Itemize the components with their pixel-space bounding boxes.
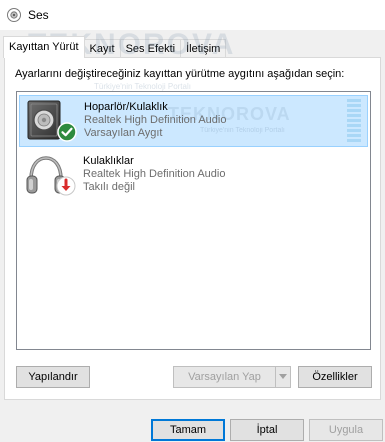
volume-level-meter (347, 99, 361, 142)
unplugged-arrow-icon (56, 176, 76, 196)
device-driver: Realtek High Definition Audio (83, 168, 226, 180)
title-bar: Ses (0, 0, 385, 30)
device-driver: Realtek High Definition Audio (84, 114, 227, 126)
device-status: Varsayılan Aygıt (84, 127, 163, 139)
set-default-button[interactable]: Varsayılan Yap (173, 366, 276, 388)
tab-playback[interactable]: Kayıttan Yürüt (3, 36, 85, 58)
tab-communications[interactable]: İletişim (180, 39, 227, 58)
cancel-button[interactable]: İptal (230, 419, 304, 441)
configure-button[interactable]: Yapılandır (16, 366, 90, 388)
tab-recording[interactable]: Kayıt (83, 39, 121, 58)
properties-button[interactable]: Özellikler (298, 366, 372, 388)
playback-panel: Ayarlarını değiştireceğiniz kayıttan yür… (4, 57, 381, 400)
device-name: Hoparlör/Kulaklık (84, 101, 168, 113)
device-text: Hoparlör/Kulaklık Realtek High Definitio… (84, 101, 226, 140)
speaker-app-icon (7, 8, 21, 22)
device-list[interactable]: Hoparlör/Kulaklık Realtek High Definitio… (16, 91, 371, 350)
default-check-icon (57, 122, 77, 142)
chevron-down-icon (279, 374, 287, 379)
device-text: Kulaklıklar Realtek High Definition Audi… (83, 155, 225, 194)
device-name: Kulaklıklar (83, 155, 134, 167)
dialog-body: Kayıttan Yürüt Kayıt Ses Efekti İletişim… (0, 30, 385, 442)
window-title: Ses (28, 8, 49, 22)
device-item-speakers[interactable]: Hoparlör/Kulaklık Realtek High Definitio… (19, 95, 368, 147)
device-item-headphones[interactable]: Kulaklıklar Realtek High Definition Audi… (19, 150, 368, 202)
device-status: Takılı değil (83, 181, 135, 193)
instruction-text: Ayarlarını değiştireceğiniz kayıttan yür… (15, 68, 345, 80)
tab-sounds[interactable]: Ses Efekti (119, 39, 182, 58)
apply-button[interactable]: Uygula (309, 419, 383, 441)
tab-strip: Kayıttan Yürüt Kayıt Ses Efekti İletişim (3, 36, 227, 58)
ok-button[interactable]: Tamam (151, 419, 225, 441)
set-default-dropdown[interactable] (275, 366, 291, 388)
